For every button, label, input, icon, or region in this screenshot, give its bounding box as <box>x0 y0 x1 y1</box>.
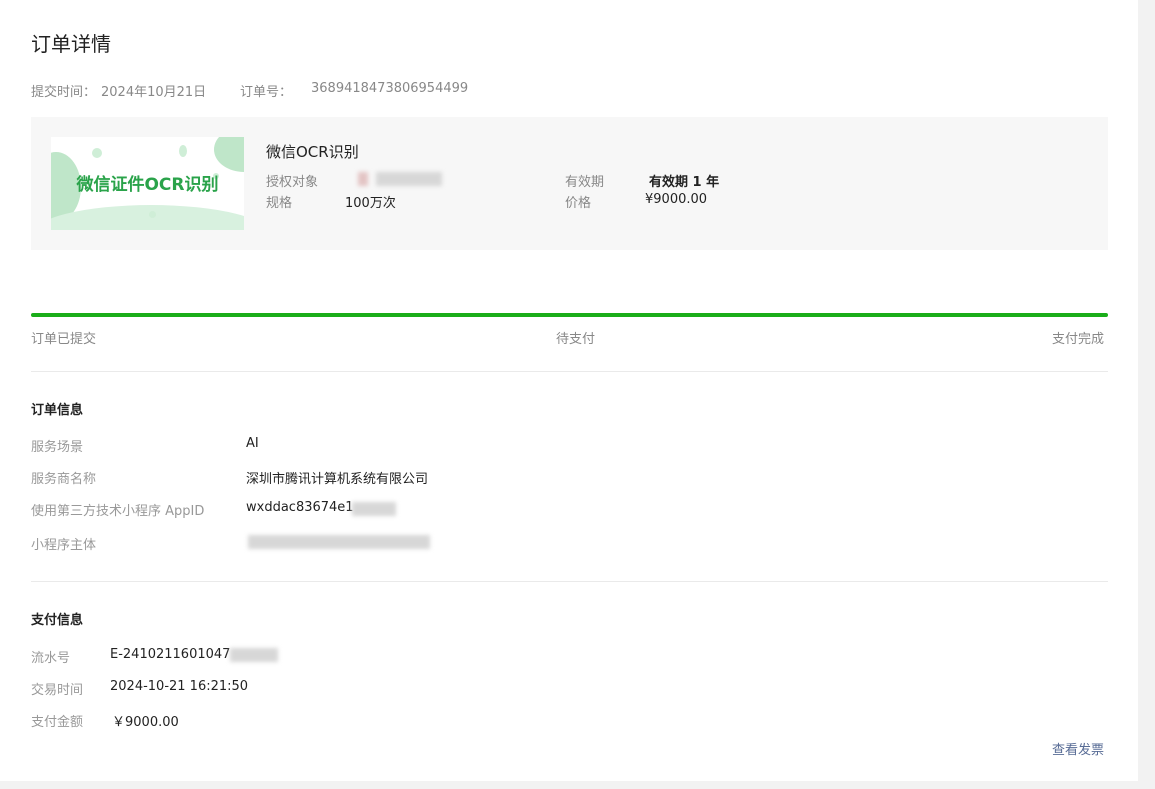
order-info-heading: 订单信息 <box>31 403 84 418</box>
auth-target-label: 授权对象 <box>266 175 319 190</box>
order-progress-bar <box>31 313 1108 317</box>
product-name: 微信OCR识别 <box>266 143 359 161</box>
spec-value: 100万次 <box>345 196 396 211</box>
payment-amount-value: ￥9000.00 <box>112 715 179 730</box>
transaction-time-label: 交易时间 <box>31 683 84 698</box>
entity-redaction-icon <box>248 535 430 549</box>
order-detail-card: 订单详情 提交时间： 2024年10月21日 订单号： 368941847380… <box>0 0 1138 781</box>
product-thumbnail: 微信证件OCR识别 <box>51 137 244 230</box>
auth-target-redaction-icon <box>358 172 368 186</box>
provider-name-value: 深圳市腾讯计算机系统有限公司 <box>246 472 429 487</box>
mini-program-entity-label: 小程序主体 <box>31 538 97 553</box>
step-paid: 支付完成 <box>1052 332 1105 347</box>
divider <box>31 581 1108 582</box>
price-label: 价格 <box>565 196 592 211</box>
validity-value: 有效期 1 年 <box>649 175 720 190</box>
spec-label: 规格 <box>266 196 293 211</box>
step-pending-payment: 待支付 <box>556 332 596 347</box>
service-scene-value: AI <box>246 436 259 451</box>
validity-label: 有效期 <box>565 175 605 190</box>
transaction-time-value: 2024-10-21 16:21:50 <box>110 679 249 694</box>
submit-time-label: 提交时间： <box>31 85 97 100</box>
payment-amount-label: 支付金额 <box>31 715 84 730</box>
auth-target-redaction-icon <box>376 172 442 186</box>
product-summary: 微信证件OCR识别 微信OCR识别 授权对象 规格 100万次 有效期 有效期 … <box>31 117 1108 250</box>
payment-info-heading: 支付信息 <box>31 613 84 628</box>
step-submitted: 订单已提交 <box>31 332 97 347</box>
third-party-appid-value: wxddac83674e1 <box>246 500 354 515</box>
service-scene-label: 服务场景 <box>31 440 84 455</box>
divider <box>31 371 1108 372</box>
serial-redaction-icon <box>230 648 278 662</box>
product-thumbnail-text: 微信证件OCR识别 <box>76 175 219 195</box>
submit-time-value: 2024年10月21日 <box>101 85 207 100</box>
serial-number-value: E-2410211601047 <box>110 647 231 662</box>
price-value: ¥9000.00 <box>645 192 708 207</box>
provider-name-label: 服务商名称 <box>31 472 97 487</box>
order-number-value: 3689418473806954499 <box>311 81 469 96</box>
order-number-label: 订单号： <box>240 85 293 100</box>
page-title: 订单详情 <box>31 32 111 56</box>
third-party-appid-label: 使用第三方技术小程序 AppID <box>31 504 205 519</box>
view-invoice-link[interactable]: 查看发票 <box>1052 739 1104 758</box>
appid-redaction-icon <box>352 502 396 516</box>
serial-number-label: 流水号 <box>31 651 71 666</box>
